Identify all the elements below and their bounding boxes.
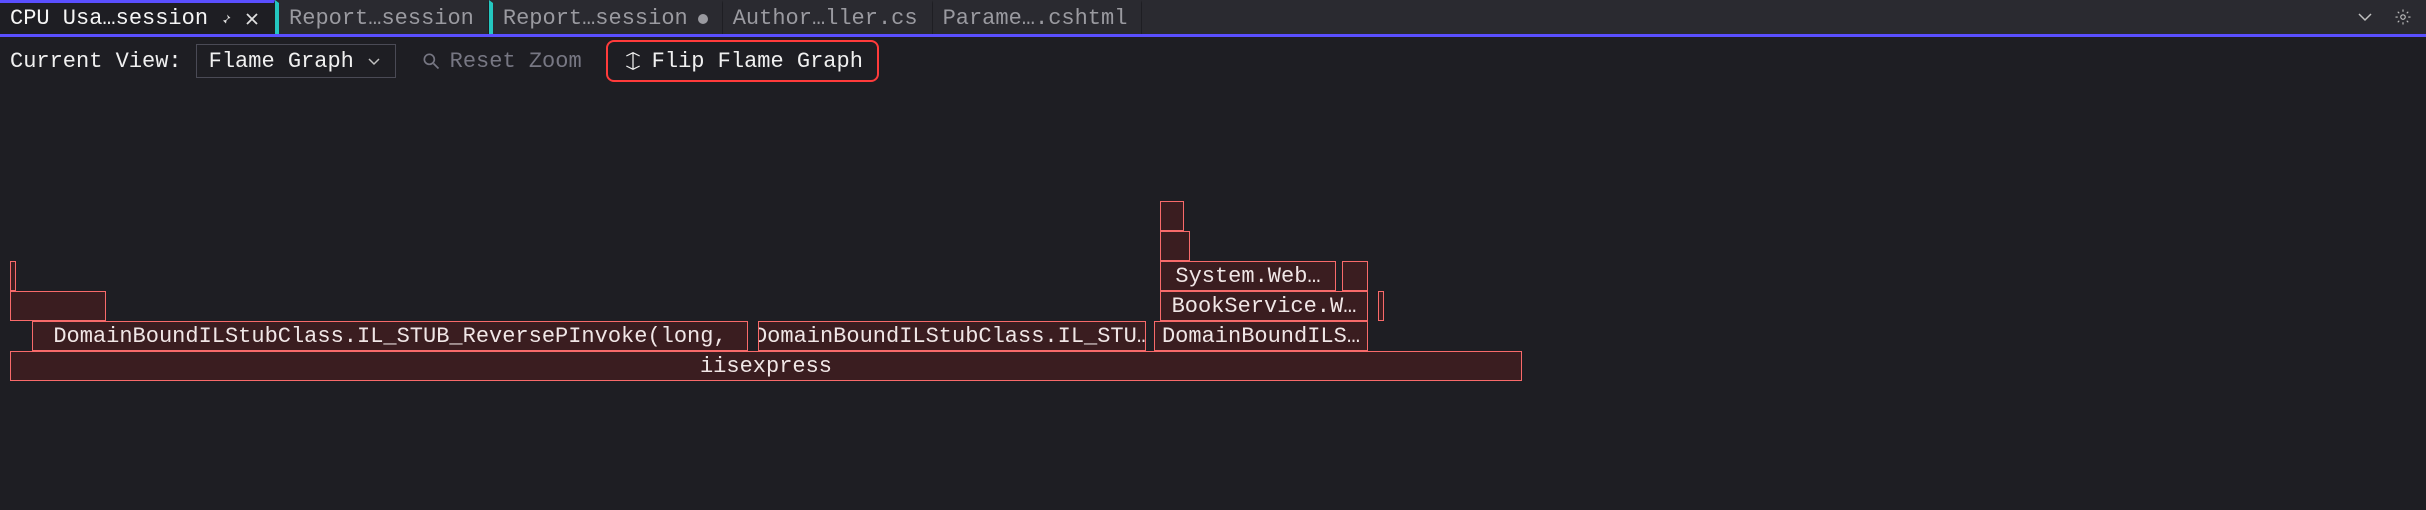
flame-block[interactable]: DomainBoundILStubClass.IL_STU… bbox=[758, 321, 1146, 351]
flame-block[interactable]: System.Web… bbox=[1160, 261, 1336, 291]
flame-graph[interactable]: iisexpress DomainBoundILStubClass.IL_STUB… bbox=[0, 85, 2426, 505]
view-selector-value: Flame Graph bbox=[209, 49, 354, 74]
flame-block-unlabeled[interactable] bbox=[1160, 231, 1190, 261]
tab-1[interactable]: Report…session bbox=[275, 0, 489, 34]
flame-block-unlabeled[interactable] bbox=[1378, 291, 1384, 321]
tab-overflow-controls bbox=[2342, 0, 2426, 34]
tab-label: Report…session bbox=[289, 6, 474, 31]
tab-4[interactable]: Parame….cshtml bbox=[933, 0, 1143, 34]
current-view-label: Current View: bbox=[10, 49, 182, 74]
flame-block-unlabeled[interactable] bbox=[1342, 261, 1368, 291]
pin-icon[interactable] bbox=[218, 11, 234, 27]
flip-flame-label: Flip Flame Graph bbox=[652, 49, 863, 74]
tab-0[interactable]: CPU Usa…session bbox=[0, 0, 275, 34]
tab-bar: CPU Usa…session Report…session Report…sess… bbox=[0, 0, 2426, 34]
magnifier-icon bbox=[420, 50, 442, 72]
flame-block-label: iisexpress bbox=[700, 354, 832, 379]
overflow-chevron-icon[interactable] bbox=[2354, 6, 2376, 28]
flame-block-label: DomainBoundILStubClass.IL_STU… bbox=[758, 324, 1146, 349]
flip-icon bbox=[622, 50, 644, 72]
dirty-dot-icon bbox=[698, 14, 708, 24]
toolbar: Current View: Flame Graph Reset Zoom Fli… bbox=[0, 37, 2426, 85]
tab-spacer bbox=[1142, 0, 2342, 34]
flame-block-unlabeled[interactable] bbox=[10, 291, 106, 321]
flame-block[interactable]: DomainBoundILStubClass.IL_STUB_ReversePI… bbox=[32, 321, 748, 351]
view-selector[interactable]: Flame Graph bbox=[196, 44, 396, 78]
flame-block-unlabeled[interactable] bbox=[10, 261, 16, 291]
tab-2[interactable]: Report…session bbox=[489, 0, 723, 34]
flame-block-label: System.Web… bbox=[1175, 264, 1320, 289]
flame-block-label: BookService.W… bbox=[1172, 294, 1357, 319]
reset-zoom-button[interactable]: Reset Zoom bbox=[410, 44, 592, 78]
flip-flame-graph-button[interactable]: Flip Flame Graph bbox=[606, 40, 879, 82]
flame-block-label: DomainBoundILStubClass.IL_STUB_ReversePI… bbox=[53, 324, 726, 349]
close-icon[interactable] bbox=[244, 11, 260, 27]
tab-label: Author…ller.cs bbox=[733, 6, 918, 31]
flame-block-label: DomainBoundILS… bbox=[1162, 324, 1360, 349]
tab-label: CPU Usa…session bbox=[10, 6, 208, 31]
gear-icon[interactable] bbox=[2392, 6, 2414, 28]
tab-3[interactable]: Author…ller.cs bbox=[723, 0, 933, 34]
reset-zoom-label: Reset Zoom bbox=[450, 49, 582, 74]
flame-block[interactable]: DomainBoundILS… bbox=[1154, 321, 1368, 351]
flame-block[interactable]: BookService.W… bbox=[1160, 291, 1368, 321]
tab-label: Parame….cshtml bbox=[943, 6, 1128, 31]
chevron-down-icon bbox=[363, 50, 385, 72]
flame-block-unlabeled[interactable] bbox=[1160, 201, 1184, 231]
tab-label: Report…session bbox=[503, 6, 688, 31]
flame-block[interactable]: iisexpress bbox=[10, 351, 1522, 381]
